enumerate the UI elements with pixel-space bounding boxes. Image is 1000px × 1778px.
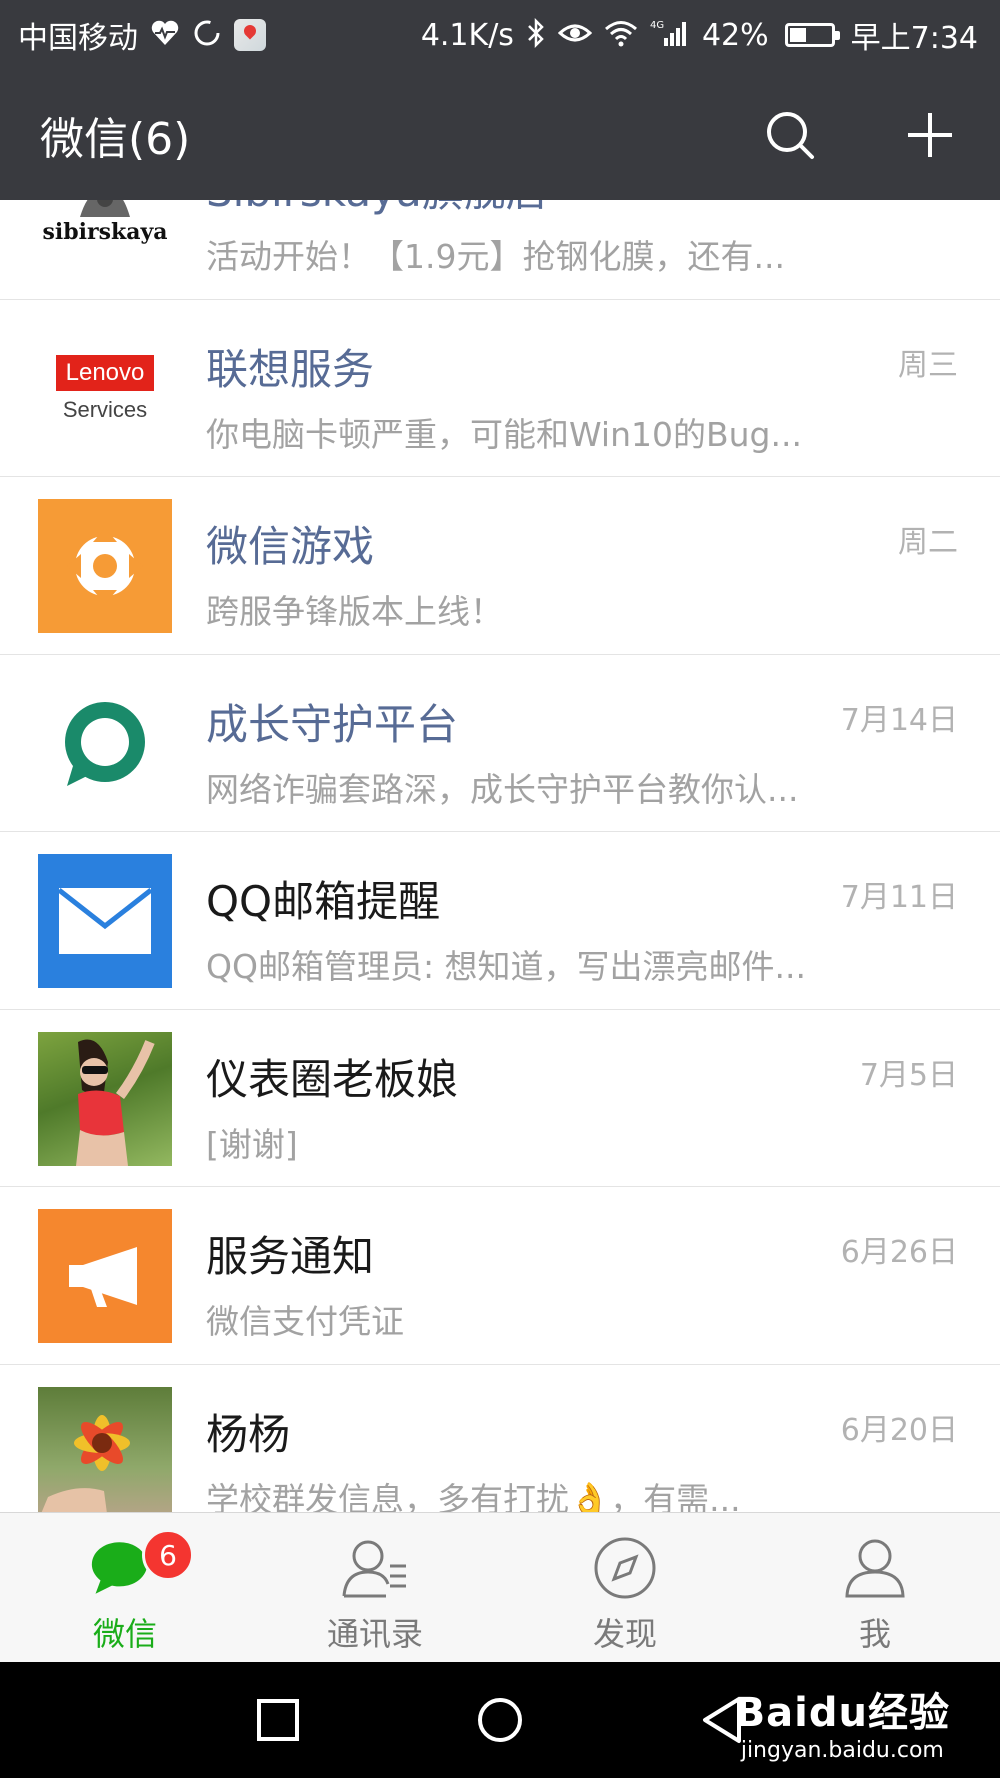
- wifi-icon: [604, 19, 638, 52]
- chat-preview: 活动开始！【1.9元】抢钢化膜，还有...: [206, 237, 785, 276]
- chat-name: QQ邮箱提醒: [206, 877, 441, 926]
- status-right: 4.1K/s 4G 42% 早上7:34: [421, 13, 978, 57]
- map-app-icon: [234, 19, 266, 51]
- person-icon: [840, 1533, 910, 1603]
- megaphone-icon: [69, 1247, 137, 1307]
- search-icon: [767, 112, 814, 159]
- header-actions: [760, 105, 960, 165]
- page-title: 微信(6): [40, 114, 191, 165]
- lenovo-services-text: Services: [62, 396, 148, 422]
- tab-label: 我: [858, 1615, 891, 1653]
- chat-name: Sibirskaya旗舰店: [206, 200, 548, 219]
- avatar-lenovo: Lenovo Services: [38, 321, 172, 456]
- person-photo-icon: [76, 1039, 155, 1166]
- avatar-photo: [38, 1031, 172, 1166]
- chat-list[interactable]: sibirskaya Sibirskaya旗舰店 活动开始！【1.9元】抢钢化膜…: [0, 200, 1000, 1512]
- recent-apps-button[interactable]: [218, 1662, 338, 1778]
- lenovo-logo-text: Lenovo: [65, 358, 145, 386]
- contacts-icon: [340, 1533, 410, 1603]
- avatar-sibirskaya: sibirskaya: [38, 200, 172, 278]
- chat-time: 周二: [898, 525, 958, 560]
- chat-row-lenovo[interactable]: Lenovo Services 联想服务 周三 你电脑卡顿严重，可能和Win10…: [0, 300, 1000, 477]
- search-button[interactable]: [760, 105, 820, 165]
- battery-icon: [784, 23, 840, 47]
- circle-icon: [478, 1698, 522, 1742]
- network-speed: 4.1K/s: [420, 17, 514, 53]
- chat-row-qq-mail[interactable]: QQ邮箱提醒 7月11日 QQ邮箱管理员: 想知道，写出漂亮邮件...: [0, 832, 1000, 1010]
- status-bar: 中国移动 4.1K/s 4G 42% 早上7:34: [0, 0, 1000, 70]
- tab-wechat[interactable]: 微信 6: [0, 1513, 250, 1662]
- battery-fill: [789, 28, 807, 42]
- flower-photo-icon: [41, 1414, 130, 1512]
- chat-preview: 微信支付凭证: [206, 1302, 404, 1341]
- chat-time: 7月11日: [840, 880, 958, 915]
- tab-discover[interactable]: 发现: [500, 1513, 750, 1662]
- avatar-flower-photo: [38, 1386, 172, 1512]
- watermark-logo: Baidu经验: [734, 1690, 950, 1736]
- chat-preview: QQ邮箱管理员: 想知道，写出漂亮邮件...: [206, 947, 807, 986]
- chat-preview: 跨服争锋版本上线！: [206, 592, 503, 631]
- system-nav-bar: Baidu经验 jingyan.baidu.com: [0, 1662, 1000, 1778]
- baidu-watermark: Baidu经验 jingyan.baidu.com: [735, 1680, 950, 1763]
- tab-label: 通讯录: [326, 1615, 423, 1653]
- square-icon: [257, 1699, 299, 1741]
- chat-name: 成长守护平台: [206, 699, 459, 749]
- bottom-tab-bar: 微信 6 通讯录 发现 我: [0, 1512, 1000, 1662]
- carrier-label: 中国移动: [18, 21, 138, 56]
- envelope-icon: [57, 888, 153, 954]
- avatar-logo-text: sibirskaya: [42, 219, 168, 245]
- chat-row-service-notice[interactable]: 服务通知 6月26日 微信支付凭证: [0, 1187, 1000, 1365]
- status-left: 中国移动: [18, 13, 266, 57]
- chat-time: 6月20日: [840, 1412, 958, 1448]
- chat-time: 周三: [898, 347, 958, 383]
- chat-time: 7月14日: [840, 702, 958, 738]
- bluetooth-icon: [526, 17, 546, 53]
- plus-icon: [908, 113, 952, 157]
- chat-row-yangyang[interactable]: 杨杨 6月20日 学校群发信息，多有打扰👌，有需...: [0, 1365, 1000, 1513]
- tab-me[interactable]: 我: [750, 1513, 1000, 1662]
- chat-time: 6月26日: [840, 1235, 958, 1270]
- sync-icon: [192, 18, 222, 53]
- chat-name: 微信游戏: [206, 522, 375, 571]
- avatar-service-notice: [38, 1209, 172, 1343]
- speech-ring-icon: [65, 701, 145, 786]
- chat-name: 联想服务: [206, 344, 375, 394]
- compass-icon: [590, 1533, 660, 1603]
- tab-label: 发现: [592, 1615, 657, 1653]
- chat-name: 杨杨: [206, 1409, 291, 1459]
- clock: 早上7:34: [850, 21, 978, 56]
- chat-row-wechat-games[interactable]: 微信游戏 周二 跨服争锋版本上线！: [0, 477, 1000, 655]
- chat-name: 服务通知: [206, 1232, 375, 1281]
- chat-list-scroll: sibirskaya Sibirskaya旗舰店 活动开始！【1.9元】抢钢化膜…: [0, 200, 1000, 1512]
- chat-row-growth-guardian[interactable]: 成长守护平台 7月14日 网络诈骗套路深，成长守护平台教你认...: [0, 655, 1000, 832]
- cellular-signal-icon: 4G: [650, 18, 690, 53]
- chat-preview: 你电脑卡顿严重，可能和Win10的Bug...: [206, 414, 802, 454]
- avatar-wechat-games: [38, 499, 172, 633]
- battery-percent: 42%: [701, 17, 769, 53]
- lenovo-logo: Lenovo: [55, 354, 155, 391]
- network-type-label: 4G: [650, 20, 664, 31]
- tab-contacts[interactable]: 通讯录: [250, 1513, 500, 1662]
- avatar-qq-mail: [38, 854, 172, 988]
- chat-row-contact-photo[interactable]: 仪表圈老板娘 7月5日 [谢谢]: [0, 1010, 1000, 1187]
- eye-icon: [557, 21, 593, 50]
- app-header: 微信(6): [0, 70, 1000, 200]
- home-button[interactable]: [440, 1662, 560, 1778]
- game-lifebuoy-icon: [67, 528, 143, 604]
- unread-badge: 6: [142, 1529, 194, 1581]
- health-heart-icon: [150, 19, 180, 52]
- add-button[interactable]: [900, 105, 960, 165]
- tab-label: 微信: [92, 1615, 157, 1653]
- watermark-url: jingyan.baidu.com: [740, 1738, 944, 1763]
- chat-preview: 学校群发信息，多有打扰👌，有需...: [206, 1479, 741, 1513]
- chat-time: 7月5日: [859, 1057, 958, 1093]
- chat-preview: [谢谢]: [206, 1124, 298, 1164]
- chat-row-sibirskaya[interactable]: sibirskaya Sibirskaya旗舰店 活动开始！【1.9元】抢钢化膜…: [0, 200, 1000, 300]
- avatar-growth-guardian: [38, 676, 172, 811]
- chat-preview: 网络诈骗套路深，成长守护平台教你认...: [206, 769, 799, 809]
- chat-name: 仪表圈老板娘: [206, 1054, 459, 1104]
